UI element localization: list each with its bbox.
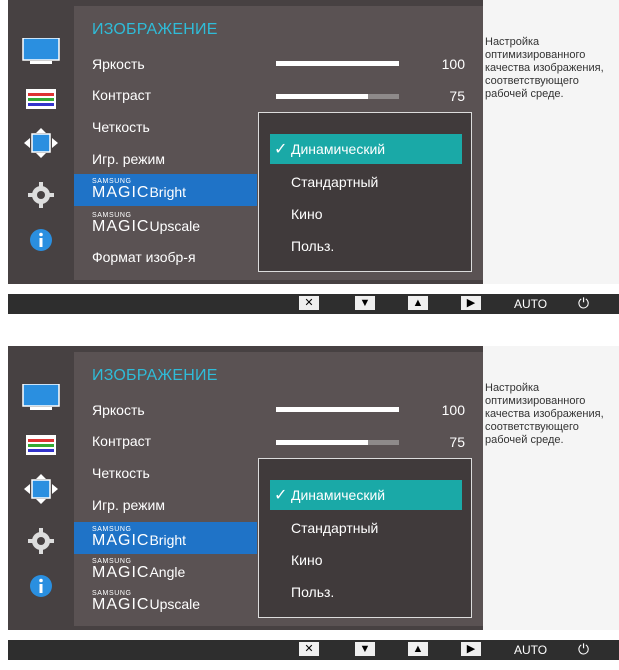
brightness-slider[interactable] [276, 407, 399, 412]
close-button[interactable]: ✕ [299, 296, 319, 310]
down-button[interactable]: ▼ [355, 296, 375, 310]
resize-arrows-icon[interactable] [22, 128, 62, 158]
down-arrow-icon: ▼ [359, 297, 371, 309]
menu-row-magic-bright[interactable]: SAMSUNG MAGICBright [74, 174, 257, 206]
info-icon[interactable] [22, 225, 62, 255]
close-icon: ✕ [304, 643, 314, 655]
slider-fill [276, 440, 369, 445]
up-arrow-icon: ▲ [412, 643, 424, 655]
option-custom[interactable]: Польз. [270, 231, 462, 261]
menu-row-magic-upscale[interactable]: SAMSUNG MAGICUpscale [74, 586, 257, 618]
enter-button[interactable]: ▶ [461, 296, 481, 310]
option-standard[interactable]: Стандартный [270, 513, 462, 543]
close-icon: ✕ [304, 297, 314, 309]
menu-row-magic-angle[interactable]: SAMSUNG MAGICAngle [74, 554, 257, 586]
auto-button[interactable]: AUTO [514, 643, 547, 657]
monitor-icon[interactable] [22, 37, 62, 68]
resize-arrows-icon[interactable] [22, 474, 62, 504]
menu-row-magic-upscale[interactable]: SAMSUNG MAGICUpscale [74, 208, 257, 240]
menu-row-contrast[interactable]: Контраст [74, 424, 257, 456]
checkmark-icon: ✓ [274, 487, 288, 504]
menu-row-sharpness[interactable]: Четкость [74, 456, 257, 488]
option-dynamic[interactable]: ✓ Динамический [270, 134, 462, 164]
contrast-slider[interactable] [276, 440, 399, 445]
power-icon[interactable]: ⏻ [578, 641, 589, 658]
color-bars-icon[interactable] [22, 433, 62, 463]
brightness-value: 100 [441, 56, 465, 72]
info-icon[interactable] [22, 571, 62, 601]
contrast-value: 75 [449, 88, 465, 104]
up-button[interactable]: ▲ [408, 642, 428, 656]
enter-button[interactable]: ▶ [461, 642, 481, 656]
contrast-slider[interactable] [276, 94, 399, 99]
play-arrow-icon: ▶ [466, 297, 476, 309]
menu-row-sharpness[interactable]: Четкость [74, 110, 257, 142]
option-standard[interactable]: Стандартный [270, 167, 462, 197]
up-button[interactable]: ▲ [408, 296, 428, 310]
menu-row-magic-bright[interactable]: SAMSUNG MAGICBright [74, 522, 257, 554]
menu-row-picture-size[interactable]: Формат изобр-я [74, 240, 257, 272]
play-arrow-icon: ▶ [466, 643, 476, 655]
slider-fill [276, 407, 399, 412]
option-movie[interactable]: Кино [270, 545, 462, 575]
contrast-value: 75 [449, 434, 465, 450]
gear-icon[interactable] [22, 180, 62, 210]
close-button[interactable]: ✕ [299, 642, 319, 656]
row-label: Четкость [92, 119, 150, 135]
monitor-icon[interactable] [22, 383, 62, 414]
auto-button[interactable]: AUTO [514, 297, 547, 311]
option-movie[interactable]: Кино [270, 199, 462, 229]
brightness-value: 100 [441, 402, 465, 418]
magic-logo-text: SAMSUNG MAGICUpscale [92, 212, 201, 235]
menu-title: ИЗОБРАЖЕНИЕ [92, 367, 218, 384]
option-dynamic[interactable]: ✓ Динамический [270, 480, 462, 510]
down-button[interactable]: ▼ [355, 642, 375, 656]
menu-row-game-mode[interactable]: Игр. режим [74, 142, 257, 174]
osd-panel-1: Настройка оптимизированного качества изо… [0, 0, 619, 324]
menu-title: ИЗОБРАЖЕНИЕ [92, 21, 218, 38]
row-label: Яркость [92, 402, 145, 418]
gear-icon[interactable] [22, 526, 62, 556]
checkmark-icon: ✓ [274, 141, 288, 158]
menu-row-brightness[interactable]: Яркость [74, 47, 257, 79]
slider-fill [276, 61, 399, 66]
menu-row-game-mode[interactable]: Игр. режим [74, 488, 257, 520]
magic-logo-text: SAMSUNG MAGICAngle [92, 558, 186, 581]
magic-logo-text: SAMSUNG MAGICUpscale [92, 590, 201, 613]
row-label: Контраст [92, 87, 152, 103]
option-custom[interactable]: Польз. [270, 577, 462, 607]
description-text: Настройка оптимизированного качества изо… [485, 382, 604, 446]
description-text: Настройка оптимизированного качества изо… [485, 36, 604, 100]
row-label: Игр. режим [92, 497, 165, 513]
menu-row-brightness[interactable]: Яркость [74, 393, 257, 425]
up-arrow-icon: ▲ [412, 297, 424, 309]
magic-logo-text: SAMSUNG MAGICBright [92, 178, 187, 201]
row-label: Яркость [92, 56, 145, 72]
power-icon[interactable]: ⏻ [578, 295, 589, 312]
slider-fill [276, 94, 369, 99]
row-label: Контраст [92, 433, 152, 449]
row-label: Четкость [92, 465, 150, 481]
color-bars-icon[interactable] [22, 87, 62, 117]
row-label: Игр. режим [92, 151, 165, 167]
osd-panel-2: Настройка оптимизированного качества изо… [0, 346, 619, 670]
down-arrow-icon: ▼ [359, 643, 371, 655]
menu-row-contrast[interactable]: Контраст [74, 78, 257, 110]
row-label: Формат изобр-я [92, 249, 196, 265]
magic-logo-text: SAMSUNG MAGICBright [92, 526, 187, 549]
brightness-slider[interactable] [276, 61, 399, 66]
